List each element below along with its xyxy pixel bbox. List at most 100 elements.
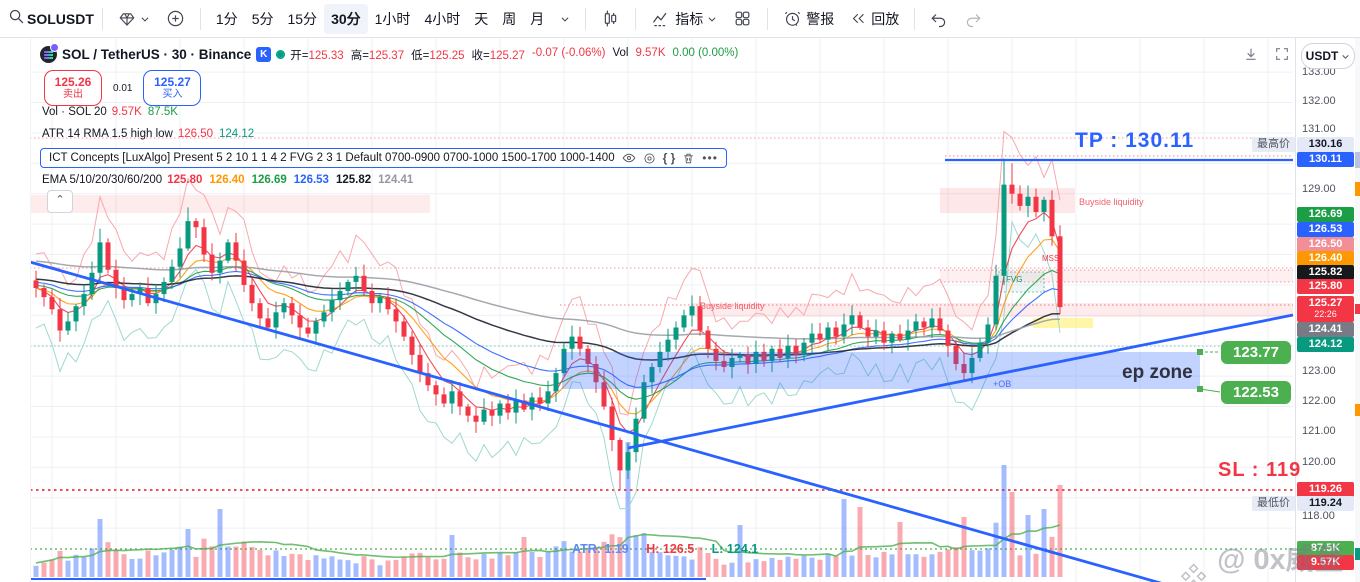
legend-value: 125.82 [335,174,372,186]
symbol-legend-row[interactable]: SOL / TetherUS · 30 · Binance K 开=125.33… [40,43,738,63]
search-icon[interactable] [8,8,25,30]
ict-concepts-legend-row[interactable]: ICT Concepts [LuxAlgo] Present 5 2 10 1 … [40,148,727,168]
chart-canvas[interactable] [30,38,1295,582]
redo-button[interactable] [957,6,989,32]
divider [199,7,201,30]
source-code-icon[interactable]: { } [663,151,676,165]
price-axis-label-119.26: 119.26 [1297,482,1354,497]
sell-button[interactable]: 125.26 卖出 [44,70,102,106]
binance-logo-icon [1180,563,1207,582]
collapse-legend-button[interactable]: ⌃ [47,190,73,213]
indicators-button[interactable]: 指标 [644,5,724,33]
timeframe-1小时[interactable]: 1小时 [368,4,418,34]
timeframe-4小时[interactable]: 4小时 [417,4,467,34]
header-vol-label: Vol [612,46,629,59]
indicators-icon [651,9,671,29]
divider [767,7,769,30]
ema-legend-label: EMA 5/10/20/30/60/200 [42,174,163,186]
fvg-label: FVG [1006,275,1023,284]
timeframe-30分[interactable]: 30分 [324,3,368,34]
price-axis-label-126.53: 126.53 [1297,222,1354,237]
gem-icon [118,10,136,28]
undo-button[interactable] [923,6,955,32]
timeframe-月[interactable]: 月 [523,4,551,34]
ep-zone-label[interactable]: ep zone [1122,362,1193,384]
volume-layer [33,442,1063,577]
delete-trash-icon[interactable] [682,152,695,165]
drawing-toolbar-collapsed[interactable] [0,38,31,582]
price-axis-label-129.00: 129.00 [1302,183,1336,195]
volume-legend-row[interactable]: Vol · SOL 20 9.57K 87.5K [42,106,178,118]
atr-value: ATR: 1.19 [572,542,629,556]
grid-layout-button[interactable] [726,5,759,32]
divider [101,7,103,30]
ict-legend-text: ICT Concepts [LuxAlgo] Present 5 2 10 1 … [49,152,615,164]
ep-high-price-pill[interactable]: 123.77 [1221,341,1291,364]
ohlc-item: 收=125.27 [471,49,525,62]
alarm-clock-icon [783,9,802,28]
price-axis-label-121.00: 121.00 [1302,425,1336,437]
trading-app: SOLUSDT 1分 5分 15分 30分 1小时 4小时天周月 指标 警报 回放 [0,0,1360,582]
legend-value: 126.50 [177,128,214,140]
indicators-label: 指标 [675,10,704,27]
chart-style-button[interactable] [594,5,627,32]
replay-button[interactable]: 回放 [843,5,906,33]
order-block-label: +OB [993,379,1012,389]
buyside-liquidity-label: Buyside liquidity [1079,197,1144,207]
k-chart-icon[interactable]: K [256,47,272,62]
timeframe-周[interactable]: 周 [495,4,523,34]
candles-layer [33,158,1063,491]
price-axis-label-122.00: 122.00 [1302,395,1336,407]
buy-button[interactable]: 125.27 买入 [143,70,202,106]
chevron-down-icon [140,14,150,24]
symbol-search-button[interactable]: SOLUSDT [27,11,94,27]
header-change: -0.07 (-0.06%) [531,46,606,59]
spread-value: 0.01 [113,82,133,94]
chevron-down-icon [1342,54,1349,59]
timeframe-15分[interactable]: 15分 [280,4,324,34]
price-axis-label-124.12: 124.12 [1297,337,1354,352]
price-axis-label-130.16: 130.16 [1297,137,1354,152]
price-axis[interactable]: 133.00 132.00 131.00 130.16 130.11 129.00 126.… [1295,38,1356,582]
price-axis-label-126.50: 126.50 [1297,237,1354,252]
legend-value: 9.57K [111,106,142,118]
compare-add-button[interactable] [159,5,192,32]
ema-legend-row[interactable]: EMA 5/10/20/30/60/200 125.80 126.40 126.69… [42,174,413,186]
atr-low-value: L: 124.1 [711,542,759,556]
timeframe-5分[interactable]: 5分 [245,4,281,34]
timeframe-天[interactable]: 天 [467,4,495,34]
legend-value: 124.12 [219,128,255,140]
maximize-pane-icon[interactable] [1274,46,1290,67]
currency-toggle-button[interactable]: USDT [1301,43,1355,69]
top-toolbar: SOLUSDT 1分 5分 15分 30分 1小时 4小时天周月 指标 警报 回放 [0,0,1360,38]
timeframe-chevron-icon[interactable] [553,10,577,28]
ohlc-item: 低=125.25 [411,49,465,62]
scale-merge-strip[interactable] [1355,38,1360,582]
settings-icon[interactable] [643,152,656,165]
more-options-icon[interactable]: ••• [702,151,718,165]
alert-button[interactable]: 警报 [776,5,841,33]
legend-value: 126.40 [209,174,245,186]
tp-annotation[interactable]: TP : 130.11 [1075,129,1194,153]
scroll-to-recent-icon[interactable] [1243,46,1259,67]
watermark: @ 0x威登君 [1178,536,1360,582]
sl-annotation[interactable]: SL : 119 [1218,459,1301,482]
alert-label: 警报 [806,10,835,27]
atr-legend-label: ATR 14 RMA 1.5 high low [42,128,173,140]
divider [914,7,916,30]
atr-legend-row[interactable]: ATR 14 RMA 1.5 high low 126.50 124.12 [42,128,254,140]
trade-panel: 125.26 卖出 0.01 125.27 买入 [44,70,202,106]
atr-high-value: H: 126.5 [646,542,695,556]
price-axis-label-132.00: 132.00 [1302,95,1336,107]
timeframe-group: 1分 5分 15分 30分 1小时 4小时天周月 [209,3,551,34]
rewind-icon [850,10,867,27]
price-tag-最低价: 最低价 [1252,496,1295,511]
price-axis-label-119.24: 119.24 [1297,496,1354,511]
visibility-eye-icon[interactable] [622,151,636,165]
watermark-text: @ 0x威登君 [1217,544,1344,576]
template-gem-button[interactable] [111,6,157,32]
ep-low-price-pill[interactable]: 122.53 [1221,381,1291,404]
price-axis-label-123.00: 123.00 [1302,365,1336,377]
timeframe-1分[interactable]: 1分 [209,4,245,34]
atr-band-layer [35,130,1061,510]
